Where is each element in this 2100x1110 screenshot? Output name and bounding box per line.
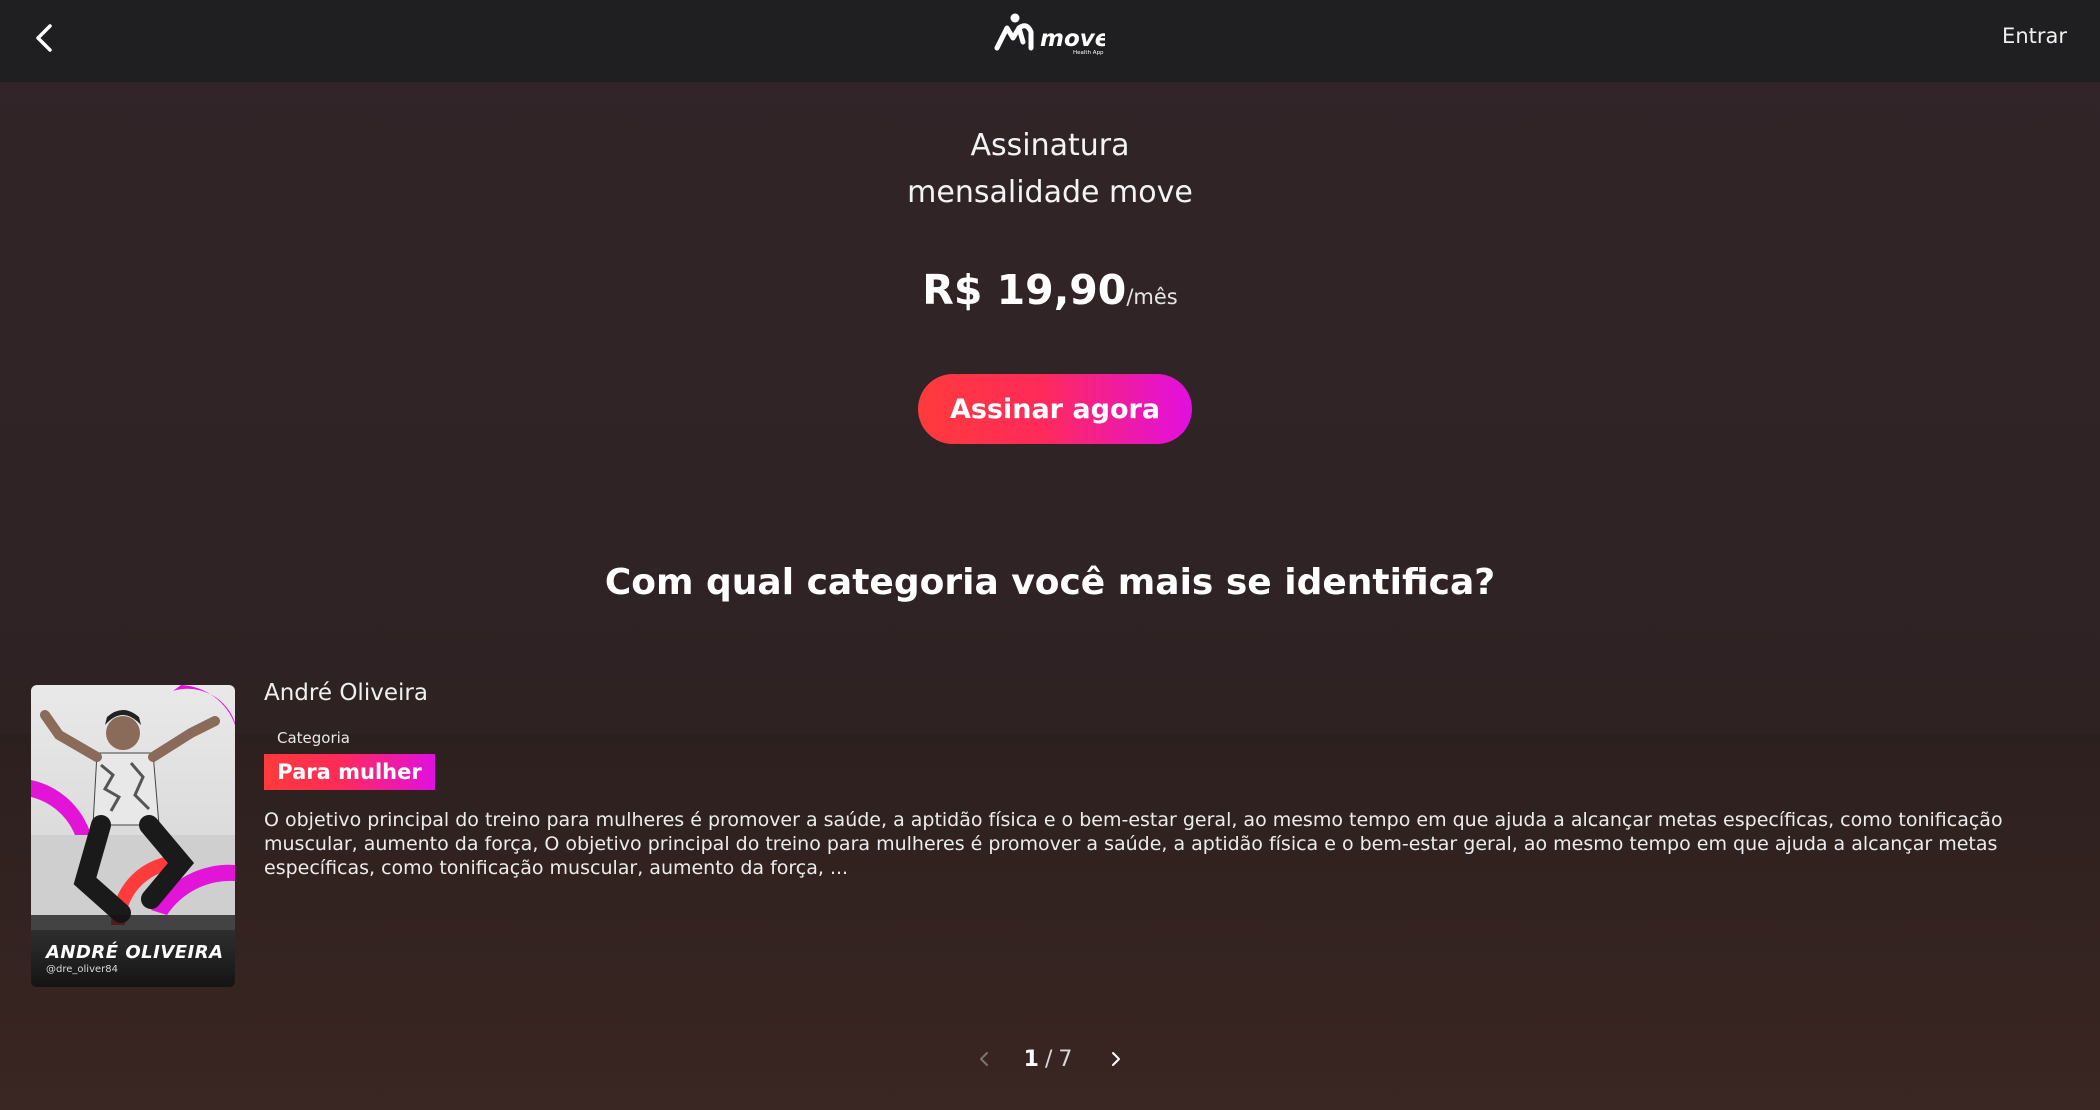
previous-page-button[interactable] <box>974 1046 994 1072</box>
trainer-description: O objetivo principal do treino para mulh… <box>264 809 2003 879</box>
logo-text: move <box>1040 26 1105 52</box>
plan-title: Assinatura mensalidade move <box>0 122 2100 216</box>
back-button[interactable] <box>28 18 64 58</box>
next-page-button[interactable] <box>1106 1046 1126 1072</box>
chevron-right-icon <box>1112 1052 1121 1066</box>
price-unit: /mês <box>1126 285 1178 309</box>
category-question-heading: Com qual categoria você mais se identifi… <box>604 562 1496 603</box>
move-logo[interactable]: move Health App <box>993 12 1110 58</box>
page-separator: / <box>1044 1046 1053 1072</box>
photo-name-overlay: ANDRÉ OLIVEIRA <box>46 942 224 963</box>
page: move Health App Entrar Assinatura mensal… <box>0 0 2100 1110</box>
photo-handle-overlay: @dre_oliver84 <box>46 964 118 975</box>
pagination: 1 / 7 <box>0 1046 2100 1072</box>
category-label: Categoria <box>277 729 351 747</box>
total-pages: 7 <box>1058 1046 1073 1072</box>
category-badge: Para mulher <box>264 754 435 790</box>
move-logo-mark-icon: move Health App <box>994 13 1110 56</box>
chevron-left-icon <box>979 1052 988 1066</box>
trainer-name[interactable]: André Oliveira <box>264 680 428 706</box>
price-amount: R$ 19,90 <box>922 266 1127 314</box>
trainer-photo[interactable]: ANDRÉ OLIVEIRA @dre_oliver84 <box>31 685 235 987</box>
chevron-left-icon <box>36 24 52 52</box>
current-page: 1 <box>1023 1046 1039 1072</box>
plan-price: R$ 19,90/mês <box>0 266 2100 314</box>
plan-title-line1: Assinatura <box>970 128 1130 163</box>
plan-title-line2: mensalidade move <box>907 175 1193 210</box>
top-navbar: move Health App Entrar <box>0 0 2100 82</box>
logo-subtext: Health App <box>1073 50 1104 56</box>
subscribe-now-button[interactable]: Assinar agora <box>918 374 1192 444</box>
login-link[interactable]: Entrar <box>2002 24 2067 48</box>
